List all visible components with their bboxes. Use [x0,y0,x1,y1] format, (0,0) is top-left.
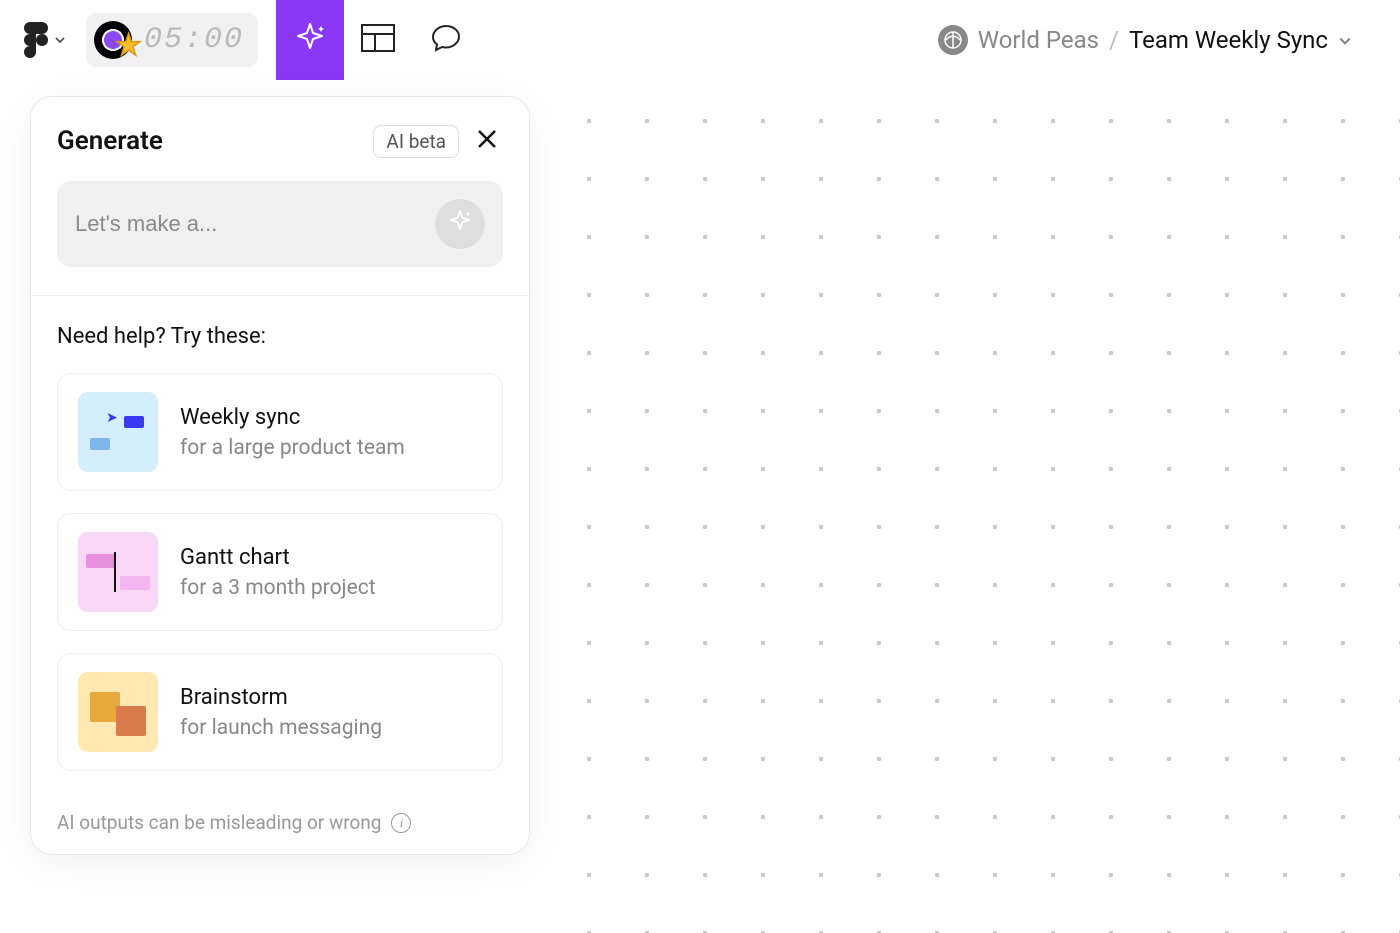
suggestion-title: Weekly sync [180,405,405,430]
brainstorm-thumb-icon [78,672,158,752]
figma-menu-button[interactable] [18,16,72,64]
ai-generate-tool-button[interactable] [276,0,344,80]
timer-widget[interactable]: ★ 05:00 [86,13,258,67]
prompt-input[interactable] [75,211,423,237]
suggestion-subtitle: for a 3 month project [180,576,376,600]
ai-disclaimer-text: AI outputs can be misleading or wrong [57,811,381,834]
suggestion-subtitle: for launch messaging [180,716,382,740]
close-panel-button[interactable] [471,123,503,159]
suggestion-weekly-sync[interactable]: ➤ Weekly sync for a large product team [57,373,503,491]
prompt-box [57,181,503,267]
top-toolbar: ★ 05:00 World Peas / Team Weekly Sync [0,0,1400,80]
submit-prompt-button[interactable] [435,199,485,249]
chevron-down-icon [54,34,66,46]
panel-header: Generate AI beta [31,97,529,159]
sparkle-icon [292,20,328,60]
panel-footer: AI outputs can be misleading or wrong i [31,803,529,854]
sparkle-icon [446,208,474,240]
layout-tool-button[interactable] [344,0,412,80]
comment-tool-button[interactable] [412,0,480,80]
suggestions-heading: Need help? Try these: [57,324,503,349]
suggestions-section: Need help? Try these: ➤ Weekly sync for … [31,296,529,803]
gantt-chart-thumb-icon [78,532,158,612]
weekly-sync-thumb-icon: ➤ [78,392,158,472]
project-avatar-icon[interactable] [938,25,968,55]
chat-bubble-icon [430,22,462,58]
figma-logo-icon [24,22,48,58]
breadcrumb-separator: / [1109,26,1119,54]
breadcrumb-project[interactable]: World Peas [978,26,1099,54]
suggestion-title: Gantt chart [180,545,376,570]
ai-beta-badge: AI beta [373,125,459,158]
chevron-down-icon[interactable] [1338,26,1352,54]
suggestion-title: Brainstorm [180,685,382,710]
info-icon[interactable]: i [391,813,411,833]
panel-title: Generate [57,126,361,156]
layout-grid-icon [361,24,395,56]
suggestion-brainstorm[interactable]: Brainstorm for launch messaging [57,653,503,771]
breadcrumb-file[interactable]: Team Weekly Sync [1129,26,1328,54]
close-icon [475,136,499,155]
music-timer-icon: ★ [94,19,136,61]
breadcrumb: World Peas / Team Weekly Sync [938,25,1382,55]
suggestion-gantt-chart[interactable]: Gantt chart for a 3 month project [57,513,503,631]
suggestion-subtitle: for a large product team [180,436,405,460]
generate-panel: Generate AI beta Need help? Try these: ➤… [30,96,530,855]
timer-value: 05:00 [144,23,244,57]
